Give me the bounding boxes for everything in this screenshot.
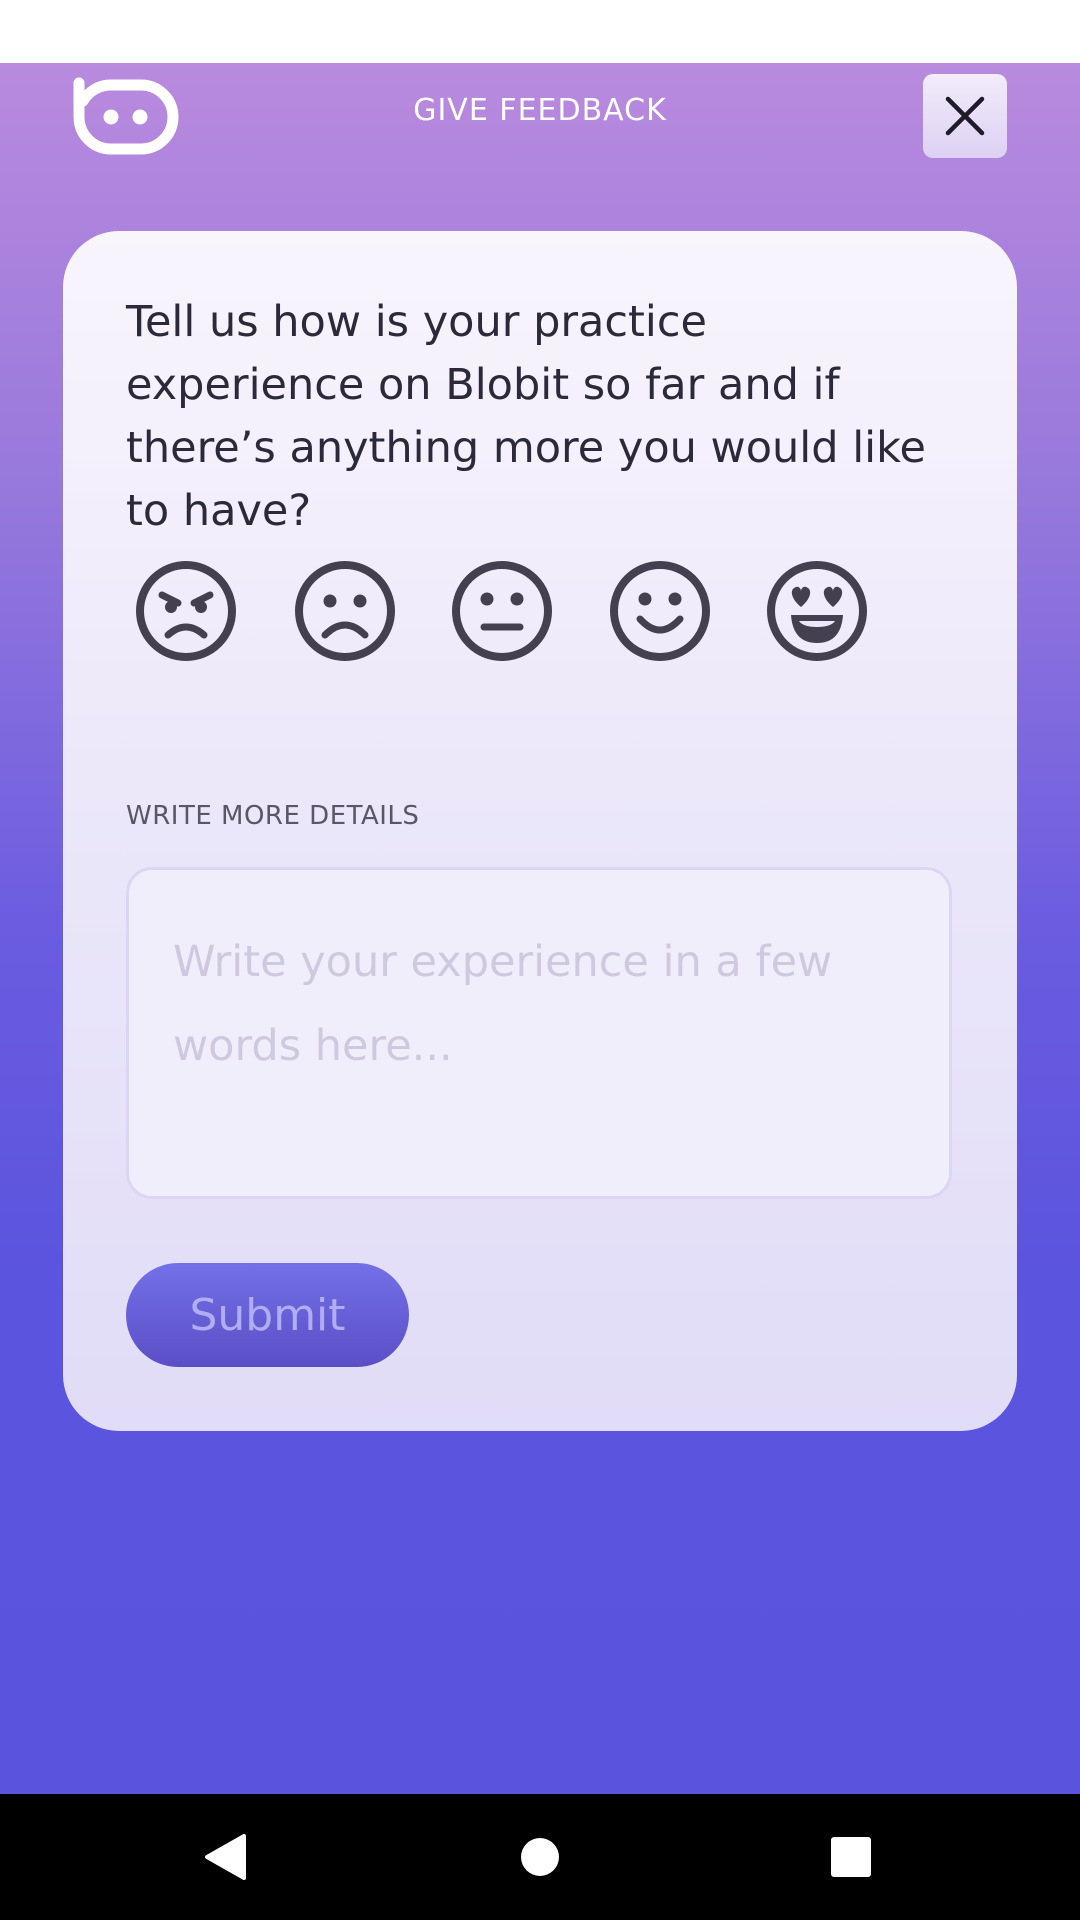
rating-love-button[interactable] [765, 559, 869, 663]
page-title: GIVE FEEDBACK [413, 93, 667, 128]
home-button[interactable] [480, 1794, 600, 1920]
rating-selector [134, 559, 894, 663]
close-button[interactable] [923, 74, 1007, 158]
feedback-card: Tell us how is your practice experience … [63, 231, 1017, 1431]
rating-sad-button[interactable] [293, 559, 397, 663]
feedback-text-input[interactable] [126, 867, 952, 1199]
recents-button[interactable] [791, 1794, 911, 1920]
back-button[interactable] [165, 1794, 285, 1920]
back-triangle-icon [205, 1834, 246, 1880]
feedback-screen: GIVE FEEDBACK Tell us how is your practi… [0, 63, 1080, 1794]
details-label: WRITE MORE DETAILS [126, 801, 420, 831]
recents-square-icon [831, 1837, 871, 1877]
close-icon [945, 96, 985, 136]
heart-eyes-face-icon [767, 561, 867, 661]
angry-face-icon [136, 561, 236, 661]
status-bar [0, 0, 1080, 63]
rating-neutral-button[interactable] [450, 559, 554, 663]
smiling-face-icon [610, 561, 710, 661]
feedback-question: Tell us how is your practice experience … [126, 297, 926, 536]
rating-angry-button[interactable] [134, 559, 238, 663]
neutral-face-icon [452, 561, 552, 661]
sad-face-icon [295, 561, 395, 661]
submit-button[interactable]: Submit [126, 1263, 409, 1367]
home-circle-icon [521, 1838, 559, 1876]
rating-happy-button[interactable] [608, 559, 712, 663]
system-navigation-bar [0, 1794, 1080, 1920]
